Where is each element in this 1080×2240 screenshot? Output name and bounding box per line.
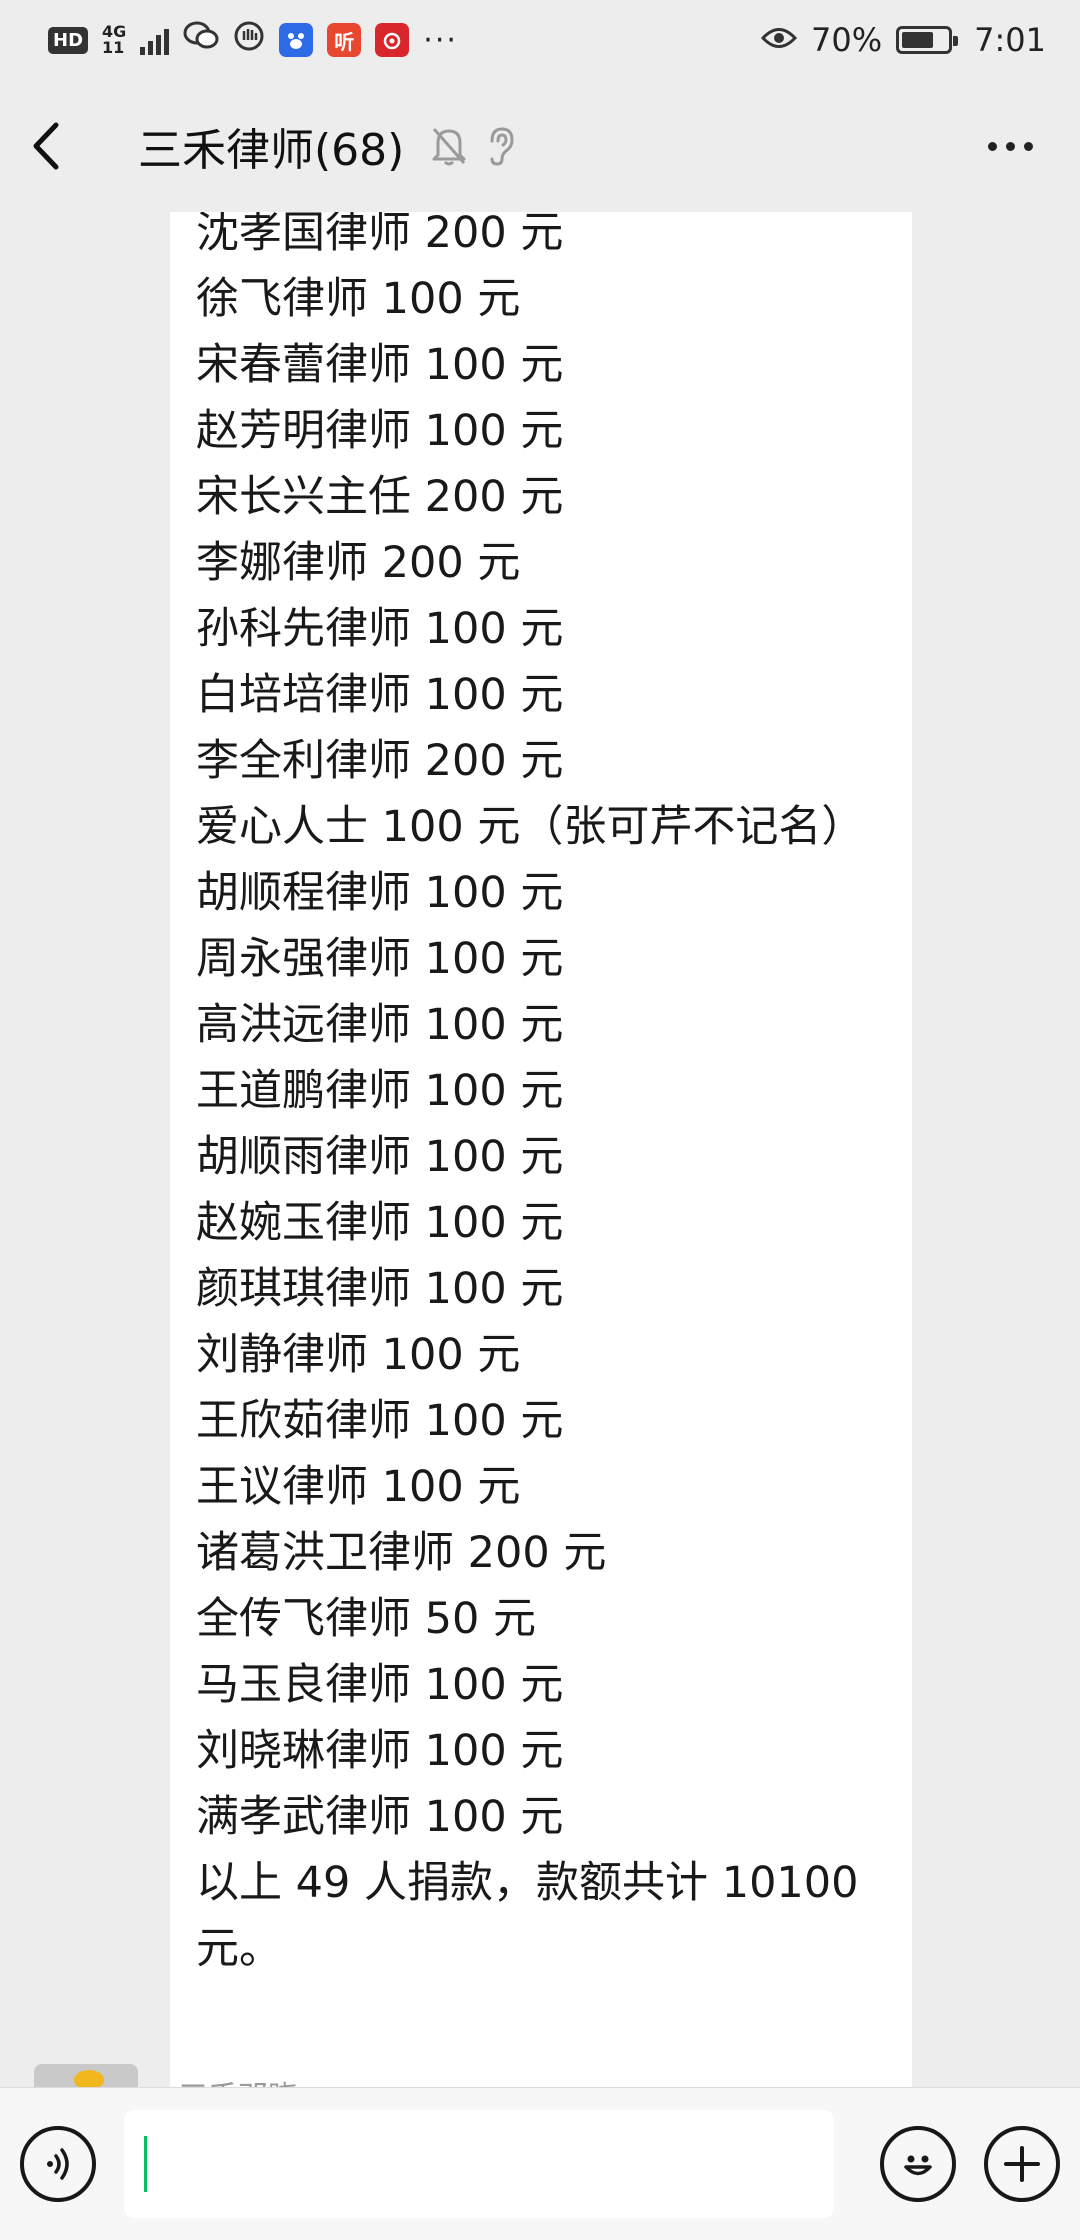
chat-messages[interactable]: 沈孝国律师 200 元徐飞律师 100 元宋春蕾律师 100 元赵芳明律师 10… (0, 212, 1080, 2087)
message-line: 刘晓琳律师 100 元 (196, 1726, 564, 1776)
mute-bell-icon (432, 128, 466, 166)
message-line: 孙科先律师 100 元 (196, 604, 564, 654)
avatar[interactable] (34, 2064, 138, 2087)
message-line: 马玉良律师 100 元 (196, 1660, 564, 1710)
hd-badge: HD (48, 26, 89, 54)
chat-status-icons (430, 125, 516, 167)
battery-icon (896, 26, 959, 54)
clock: 7:01 (974, 21, 1046, 59)
message-line: 颜琪琪律师 100 元 (196, 1264, 564, 1314)
message-line: 刘静律师 100 元 (196, 1330, 521, 1380)
message-line: 沈孝国律师 200 元 (196, 212, 564, 258)
message-line: 李全利律师 200 元 (196, 736, 564, 786)
back-icon (33, 122, 59, 170)
message-line: 李娜律师 200 元 (196, 538, 521, 588)
eye-comfort-icon (760, 21, 798, 59)
donation-summary: 以上 49 人捐款，款额共计 10100 元。 (196, 1858, 859, 1974)
message-line: 胡顺程律师 100 元 (196, 868, 564, 918)
emoji-icon (904, 2155, 932, 2176)
plus-icon (1004, 2146, 1040, 2182)
message-line: 王欣茹律师 100 元 (196, 1396, 564, 1446)
message-line: 满孝武律师 100 元 (196, 1792, 564, 1842)
message-bubble[interactable]: 沈孝国律师 200 元徐飞律师 100 元宋春蕾律师 100 元赵芳明律师 10… (170, 212, 912, 2087)
battery-percent: 70% (811, 21, 883, 59)
more-icon (987, 141, 997, 151)
input-actions (880, 2126, 1060, 2202)
message-text: 沈孝国律师 200 元徐飞律师 100 元宋春蕾律师 100 元赵芳明律师 10… (196, 212, 882, 1850)
avatar-image (74, 2070, 104, 2087)
message-line: 赵芳明律师 100 元 (196, 406, 564, 456)
message-line: 赵婉玉律师 100 元 (196, 1198, 564, 1248)
message-line: 全传飞律师 50 元 (196, 1594, 537, 1644)
ting-app-icon: 听 (327, 23, 362, 57)
wechat-notification-icon (183, 21, 219, 59)
network-sub: 11 (102, 38, 125, 57)
input-bar (0, 2087, 1080, 2240)
next-message: 三禾邓晓 (34, 2064, 298, 2087)
message-line: 宋长兴主任 200 元 (196, 472, 564, 522)
message-line: 高洪远律师 100 元 (196, 1000, 564, 1050)
message-line: 徐飞律师 100 元 (196, 274, 521, 324)
more-notifications-icon: ··· (423, 22, 458, 58)
netease-music-icon (375, 23, 410, 57)
message-line: 王议律师 100 元 (196, 1462, 521, 1512)
message-line: 爱心人士 100 元（张可芹不记名） (196, 802, 865, 852)
back-button[interactable] (30, 106, 90, 186)
network-type: 4G 11 (102, 24, 126, 56)
more-button[interactable] (970, 106, 1050, 186)
voice-icon (47, 2148, 69, 2180)
status-bar-right: 70% 7:01 (760, 21, 1046, 59)
hand-notification-icon (233, 20, 265, 60)
signal-icon (140, 25, 170, 55)
sender-name: 三禾邓晓 (178, 2072, 298, 2087)
earpiece-icon (490, 127, 514, 166)
chat-title: 三禾律师(68) (138, 125, 405, 176)
status-bar: HD 4G 11 听 ··· 70% 7:01 (0, 0, 1080, 80)
message-line: 周永强律师 100 元 (196, 934, 564, 984)
message-line: 宋春蕾律师 100 元 (196, 340, 564, 390)
baidu-app-icon (279, 23, 314, 57)
message-input[interactable] (124, 2110, 834, 2218)
message-line: 王道鹏律师 100 元 (196, 1066, 564, 1116)
message-line: 白培培律师 100 元 (196, 670, 564, 720)
voice-button[interactable] (20, 2126, 96, 2202)
message-line: 诸葛洪卫律师 200 元 (196, 1528, 607, 1578)
message-input-field[interactable] (124, 2110, 834, 2218)
status-bar-left: HD 4G 11 听 ··· (48, 20, 458, 60)
message-line: 胡顺雨律师 100 元 (196, 1132, 564, 1182)
emoji-button[interactable] (880, 2126, 956, 2202)
chat-header: 三禾律师(68) (0, 80, 1080, 212)
plus-button[interactable] (984, 2126, 1060, 2202)
wechat-chat-screen: HD 4G 11 听 ··· 70% 7:01 三禾律师(68) 沈孝国律师 2… (0, 0, 1080, 2240)
